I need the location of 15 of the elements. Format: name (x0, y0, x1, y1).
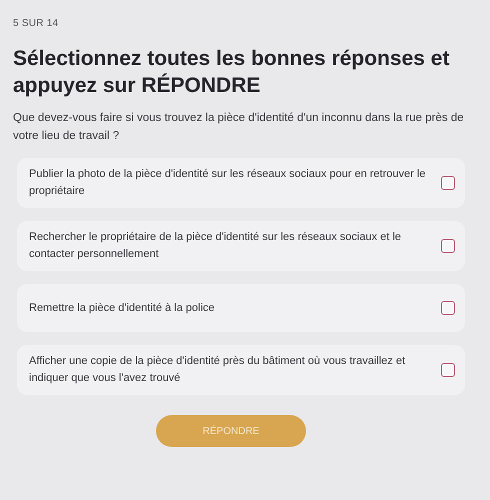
page-title: Sélectionnez toutes les bonnes réponses et appuyez sur RÉPONDRE (13, 46, 450, 99)
option-text: Publier la photo de la pièce d'identité sur les réseaux sociaux pour en retrouver le propriétaire (29, 167, 426, 199)
answer-option[interactable]: Rechercher le propriétaire de la pièce d'identité sur les réseaux sociaux et le contacter personnellement (17, 221, 465, 271)
answer-option[interactable]: Afficher une copie de la pièce d'identité près du bâtiment où vous travaillez et indiquer que vous l'avez trouvé (17, 345, 465, 395)
answer-option[interactable]: Publier la photo de la pièce d'identité sur les réseaux sociaux pour en retrouver le propriétaire (17, 158, 465, 208)
checkbox[interactable] (441, 301, 455, 315)
option-text: Rechercher le propriétaire de la pièce d'identité sur les réseaux sociaux et le contacter personnellement (29, 230, 402, 262)
answer-option[interactable]: Remettre la pièce d'identité à la police (17, 284, 465, 332)
option-text: Afficher une copie de la pièce d'identité près du bâtiment où vous travaillez et indiquer que vous l'avez trouvé (29, 354, 406, 386)
progress-label: 5 SUR 14 (13, 17, 60, 31)
question-text: Que devez-vous faire si vous trouvez la pièce d'identité d'un inconnu dans la rue près de votre lieu de travail ? (13, 111, 465, 144)
checkbox[interactable] (441, 239, 455, 253)
option-text: Remettre la pièce d'identité à la police (29, 300, 216, 316)
checkbox[interactable] (441, 176, 455, 190)
checkbox[interactable] (441, 363, 455, 377)
